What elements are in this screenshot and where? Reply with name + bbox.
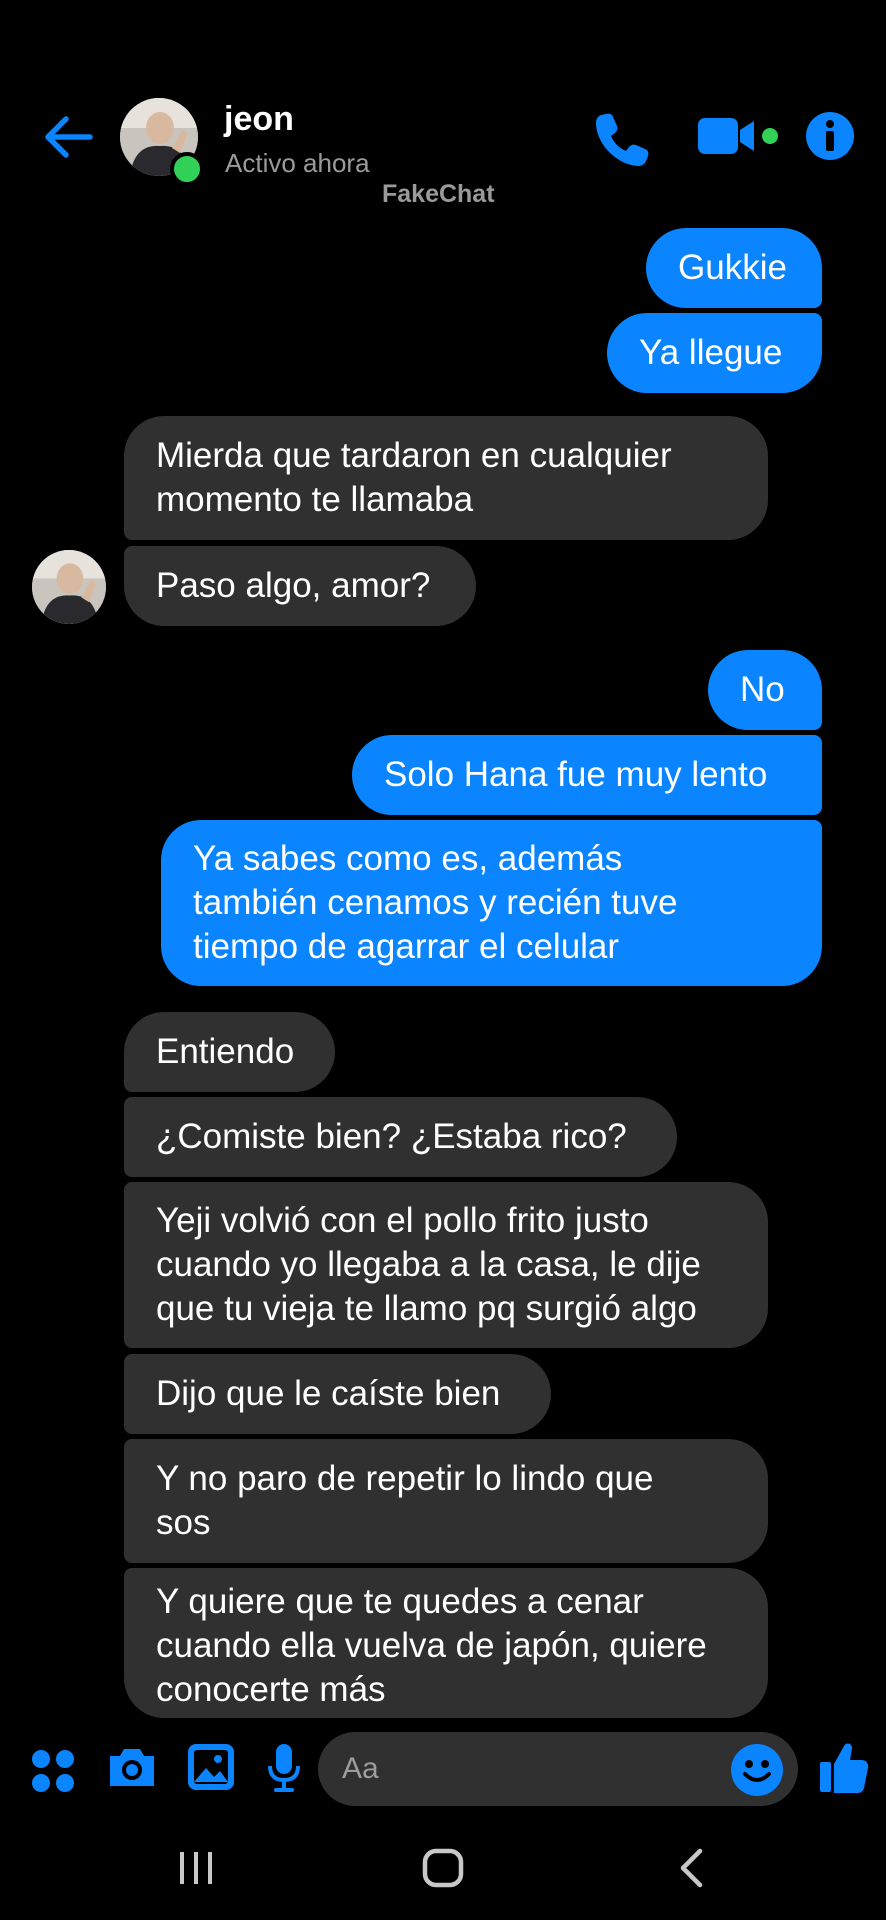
received-message[interactable]: Paso algo, amor? (124, 546, 476, 626)
message-text-line: Mierda que tardaron en cualquier (156, 436, 672, 475)
received-message[interactable]: Y no paro de repetir lo lindo que sos (124, 1439, 768, 1563)
contact-status: Activo ahora (225, 148, 370, 178)
app-watermark: FakeChat (382, 180, 495, 208)
online-indicator (170, 152, 204, 186)
message-text-line: Ya sabes como es, además (193, 839, 623, 878)
message-text-line: momento te llamaba (156, 480, 474, 519)
info-icon[interactable] (804, 110, 856, 162)
four-dots-icon[interactable] (30, 1748, 76, 1794)
back-nav-icon[interactable] (678, 1848, 704, 1888)
message-text-line: Y quiere que te quedes a cenar (156, 1582, 644, 1621)
message-input[interactable] (318, 1732, 798, 1806)
message-text: Ya llegue (639, 333, 783, 372)
message-text-line: Yeji volvió con el pollo frito justo (156, 1201, 649, 1240)
thumbs-up-icon[interactable] (818, 1740, 870, 1794)
received-message[interactable]: Mierda que tardaron en cualquier momento… (124, 416, 768, 540)
message-text-line: tiempo de agarrar el celular (193, 927, 620, 966)
smiley-icon[interactable] (730, 1743, 784, 1797)
message-text: Paso algo, amor? (156, 566, 431, 605)
sent-message[interactable]: Ya llegue (607, 313, 822, 393)
contact-name[interactable]: jeon (224, 100, 294, 139)
received-message[interactable]: ¿Comiste bien? ¿Estaba rico? (124, 1097, 677, 1177)
microphone-icon[interactable] (266, 1742, 302, 1794)
home-icon[interactable] (422, 1848, 464, 1888)
message-text: Gukkie (678, 248, 787, 287)
message-text-line: también cenamos y recién tuve (193, 883, 678, 922)
message-text: ¿Comiste bien? ¿Estaba rico? (156, 1117, 627, 1156)
image-icon[interactable] (186, 1742, 236, 1792)
message-text: Dijo que le caíste bien (156, 1374, 501, 1413)
sent-message[interactable]: No (708, 650, 822, 730)
sent-message[interactable]: Ya sabes como es, además también cenamos… (161, 820, 822, 986)
message-text-line: sos (156, 1503, 211, 1542)
sent-message[interactable]: Gukkie (646, 228, 822, 308)
message-text: Solo Hana fue muy lento (384, 755, 768, 794)
phone-icon[interactable] (592, 110, 652, 166)
message-text-line: cuando ella vuelva de japón, quiere (156, 1626, 707, 1665)
message-text-line: que tu vieja te llamo pq surgió algo (156, 1289, 697, 1328)
received-message[interactable]: Entiendo (124, 1012, 335, 1092)
message-text: Entiendo (156, 1032, 295, 1071)
message-text-line: Y no paro de repetir lo lindo que (156, 1459, 654, 1498)
sent-message[interactable]: Solo Hana fue muy lento (352, 735, 822, 815)
received-message[interactable]: Yeji volvió con el pollo frito justo cua… (124, 1182, 768, 1348)
video-camera-icon[interactable] (696, 114, 786, 160)
received-message[interactable]: Dijo que le caíste bien (124, 1354, 551, 1434)
recent-apps-icon[interactable] (176, 1850, 216, 1886)
sender-avatar[interactable] (32, 550, 106, 624)
message-text-line: cuando yo llegaba a la casa, le dije (156, 1245, 701, 1284)
back-arrow-icon[interactable] (40, 112, 96, 162)
message-text: No (740, 670, 785, 709)
message-text-line: conocerte más (156, 1670, 386, 1709)
received-message[interactable]: Y quiere que te quedes a cenar cuando el… (124, 1568, 768, 1718)
camera-icon[interactable] (106, 1744, 158, 1790)
